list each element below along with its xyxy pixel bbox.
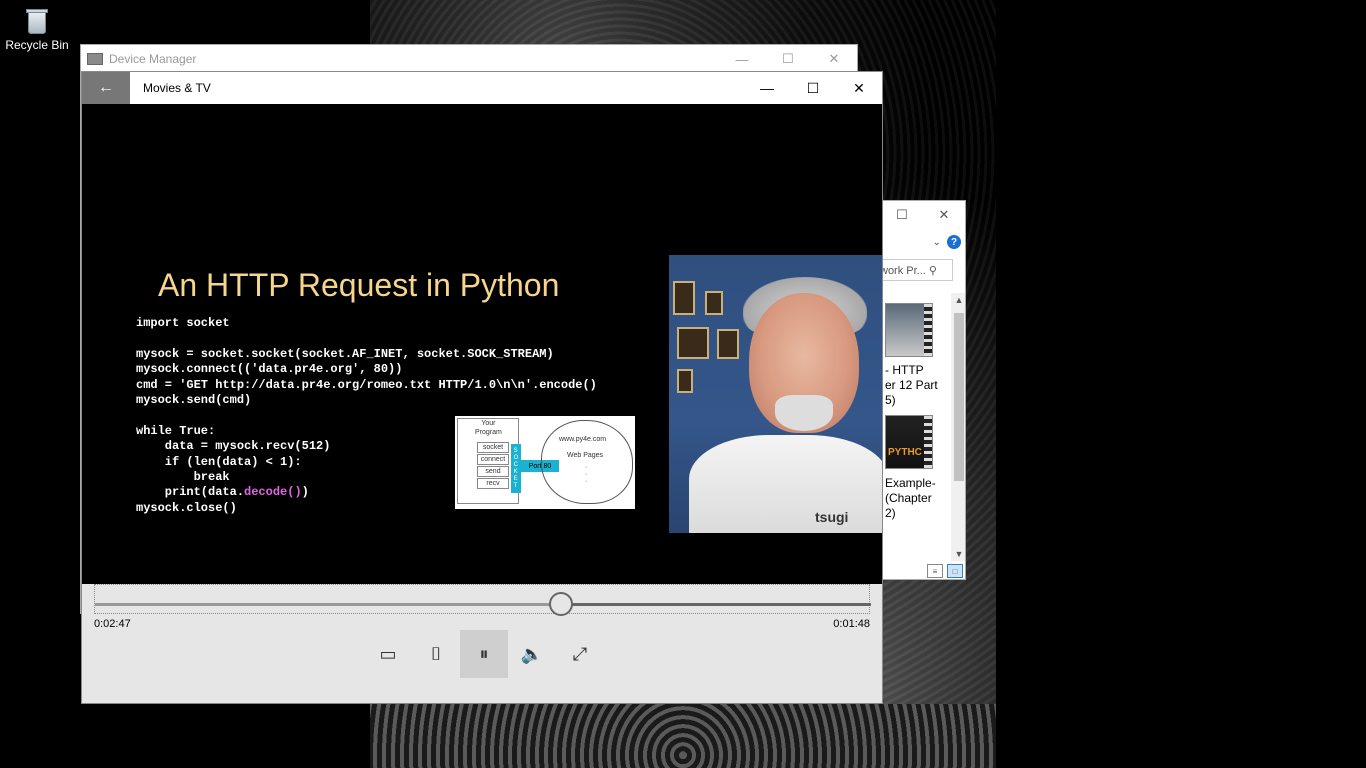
webcam-overlay: tsugi xyxy=(669,255,882,533)
diagram-program-label: Your Program xyxy=(475,420,502,436)
movies-tv-minimize-button[interactable]: — xyxy=(744,72,790,104)
seek-bar[interactable] xyxy=(94,584,871,616)
recycle-bin[interactable]: Recycle Bin xyxy=(4,6,70,52)
volume-button[interactable]: 🔈 xyxy=(508,630,556,678)
mini-view-icon: ⌷ xyxy=(430,643,442,664)
fullscreen-button[interactable]: ⤢ xyxy=(556,630,604,678)
desktop: Recycle Bin Device Manager — ☐ ✕ ☐ ✕ ⌄ ?… xyxy=(0,0,1366,768)
file-item-label[interactable]: Example- (Chapter 2) xyxy=(885,476,936,521)
diagram-socket-label: S O C K E T xyxy=(511,444,521,493)
wallpaper-bottom xyxy=(370,704,996,768)
cast-icon: ▭ xyxy=(379,643,397,664)
diagram-function: connect xyxy=(477,454,509,465)
code-line: mysock.connect(('data.pr4e.org', 80)) xyxy=(136,362,403,377)
video-thumbnail[interactable]: PYTHC xyxy=(885,415,933,469)
chevron-down-icon[interactable]: ⌄ xyxy=(933,237,941,248)
code-line: mysock.send(cmd) xyxy=(136,393,252,408)
time-remaining: 0:01:48 xyxy=(833,618,870,630)
back-arrow-icon: ← xyxy=(98,79,114,96)
diagram-function: socket xyxy=(477,442,509,453)
explorer-close-button[interactable]: ✕ xyxy=(923,201,965,229)
code-line: data = mysock.recv(512) xyxy=(136,439,331,454)
explorer-scrollbar[interactable]: ▲ ▼ xyxy=(951,293,965,561)
volume-icon: 🔈 xyxy=(520,643,544,664)
back-button[interactable]: ← xyxy=(82,72,130,104)
explorer-search-input[interactable]: work Pr... ⚲ xyxy=(881,259,953,281)
slide-title: An HTTP Request in Python xyxy=(158,267,560,303)
code-line: print(data. xyxy=(136,485,245,500)
device-manager-minimize-button[interactable]: — xyxy=(719,45,765,73)
movies-tv-close-button[interactable]: ✕ xyxy=(836,72,882,104)
device-manager-close-button[interactable]: ✕ xyxy=(811,45,857,73)
pause-icon: ⏸ xyxy=(479,643,489,664)
mini-view-button[interactable]: ⌷ xyxy=(412,630,460,678)
seek-handle[interactable] xyxy=(548,592,573,616)
code-line: mysock = socket.socket(socket.AF_INET, s… xyxy=(136,346,554,361)
scroll-up-icon[interactable]: ▲ xyxy=(951,295,965,305)
fullscreen-icon: ⤢ xyxy=(572,643,588,664)
explorer-window[interactable]: ☐ ✕ ⌄ ? work Pr... ⚲ - HTTP er 12 Part 5… xyxy=(880,200,966,580)
diagram-function: send xyxy=(477,466,509,477)
explorer-maximize-button[interactable]: ☐ xyxy=(881,201,923,229)
scrollbar-thumb[interactable] xyxy=(954,313,964,481)
code-line: mysock.close() xyxy=(136,500,237,515)
cast-button[interactable]: ▭ xyxy=(364,630,412,678)
large-icons-view-icon[interactable]: □ xyxy=(947,564,963,578)
diagram-dots: · · · xyxy=(585,464,588,485)
movies-tv-titlebar[interactable]: ← Movies & TV — ☐ ✕ xyxy=(82,72,882,104)
video-thumbnail[interactable] xyxy=(885,303,933,357)
details-view-icon[interactable]: ≡ xyxy=(927,564,943,578)
code-highlight: decode() xyxy=(244,485,302,500)
webcam-logo: tsugi xyxy=(815,509,849,525)
device-manager-maximize-button[interactable]: ☐ xyxy=(765,45,811,73)
file-item-label[interactable]: - HTTP er 12 Part 5) xyxy=(885,363,938,408)
time-elapsed: 0:02:47 xyxy=(94,618,131,630)
code-line: cmd = 'GET http://data.pr4e.org/romeo.tx… xyxy=(136,377,597,392)
movies-tv-maximize-button[interactable]: ☐ xyxy=(790,72,836,104)
diagram-function: recv xyxy=(477,478,509,489)
diagram-pages: Web Pages xyxy=(567,452,604,459)
recycle-bin-icon xyxy=(24,6,50,36)
movies-tv-window[interactable]: ← Movies & TV — ☐ ✕ An HTTP Request in P… xyxy=(81,71,883,704)
code-line: while True: xyxy=(136,423,216,438)
device-manager-icon xyxy=(87,53,103,65)
diagram-host: www.py4e.com xyxy=(559,436,607,443)
explorer-file-list: - HTTP er 12 Part 5) PYTHC Example- (Cha… xyxy=(881,293,951,561)
code-line: import socket xyxy=(136,316,230,330)
scroll-down-icon[interactable]: ▼ xyxy=(951,549,965,559)
pause-button[interactable]: ⏸ xyxy=(460,630,508,678)
device-manager-title: Device Manager xyxy=(109,52,197,66)
diagram-cloud xyxy=(541,420,633,504)
help-icon[interactable]: ? xyxy=(947,235,961,249)
movies-tv-title: Movies & TV xyxy=(143,81,211,95)
playback-controls: ▭ ⌷ ⏸ 🔈 ⤢ xyxy=(364,630,604,678)
code-line: if (len(data) < 1): xyxy=(136,454,302,469)
video-frame[interactable]: An HTTP Request in Python import socket … xyxy=(82,104,882,584)
code-line: break xyxy=(136,470,230,485)
socket-diagram: Your Program socket connect send recv S … xyxy=(455,416,635,509)
recycle-bin-label: Recycle Bin xyxy=(5,38,69,52)
